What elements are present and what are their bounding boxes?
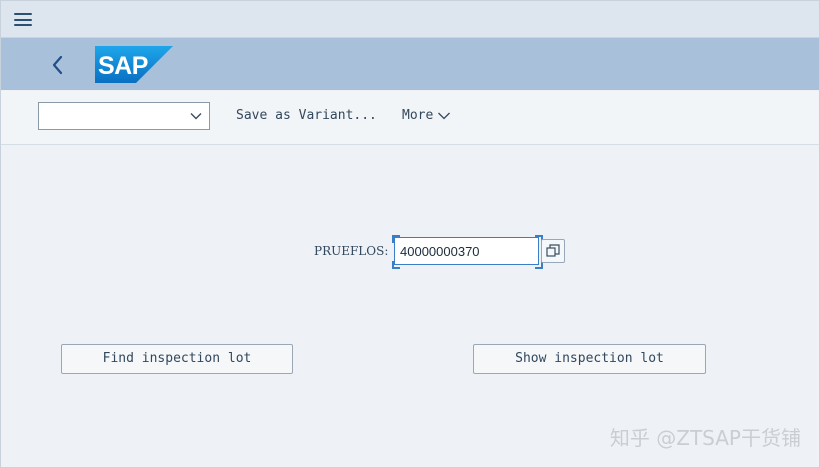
value-help-icon bbox=[546, 244, 560, 257]
watermark: 知乎 @ZTSAP干货铺 bbox=[609, 426, 801, 450]
prueflos-input[interactable] bbox=[394, 237, 539, 265]
sap-logo: SAP bbox=[95, 46, 173, 88]
chevron-down-icon bbox=[190, 113, 202, 120]
chevron-down-icon bbox=[438, 112, 451, 119]
more-button[interactable]: More bbox=[402, 108, 451, 124]
show-inspection-lot-button[interactable]: Show inspection lot bbox=[473, 344, 706, 374]
focus-corner bbox=[392, 261, 400, 269]
value-help-button[interactable] bbox=[541, 239, 565, 263]
find-inspection-lot-button[interactable]: Find inspection lot bbox=[61, 344, 293, 374]
sap-logo-text: SAP bbox=[98, 52, 148, 80]
prueflos-label: PRUEFLOS: bbox=[314, 244, 389, 258]
hamburger-menu-icon[interactable] bbox=[14, 12, 32, 27]
save-as-variant-button[interactable]: Save as Variant... bbox=[236, 108, 377, 124]
more-button-label: More bbox=[402, 108, 434, 123]
chevron-left-icon bbox=[52, 55, 63, 75]
selection-screen: PRUEFLOS: Find inspection lot Show inspe… bbox=[1, 145, 819, 467]
toolbar: Save as Variant... More bbox=[1, 91, 819, 145]
shell-bar: SAP bbox=[1, 38, 819, 90]
focus-corner bbox=[392, 235, 400, 243]
back-button[interactable] bbox=[43, 51, 71, 79]
variant-select[interactable] bbox=[38, 102, 210, 130]
sap-gui-window: SAP Save as Variant... More PRUEFLOS: 40… bbox=[0, 0, 820, 468]
menu-bar bbox=[1, 1, 819, 38]
